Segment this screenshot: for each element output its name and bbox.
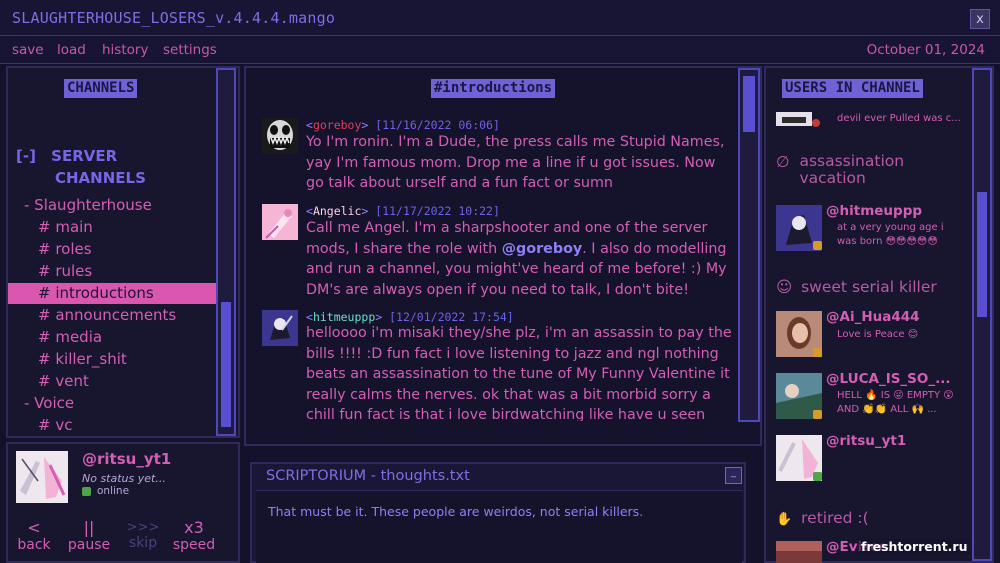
users-scrollbar[interactable] [972,68,992,561]
chat-scrollbar[interactable] [738,68,760,422]
back-label: back [17,537,51,553]
member-ritsu-name[interactable]: @ritsu_yt1 [826,433,906,449]
skip-icon: >>> [126,520,160,535]
group-retired-label: retired :( [801,509,869,527]
channel-media[interactable]: # media [38,328,102,346]
mention-goreboy[interactable]: @goreboy [502,241,582,257]
message-1-header: <goreboy> [11/16/2022 06:06] [306,118,500,132]
smile-icon: ☺ [776,278,793,296]
message-2-text: Call me Angel. I'm a sharpshooter and on… [306,218,736,300]
member-ai-hua444-status: Love is Peace 😊 [837,329,919,340]
server-slaughterhouse[interactable]: - Slaughterhouse [24,196,152,214]
back-icon: < [27,518,41,537]
pause-icon: || [83,518,95,537]
empty-set-icon: ∅ [776,153,790,171]
avatar-hitmeuppp[interactable] [262,310,298,346]
chat-scroll-thumb[interactable] [743,76,755,132]
member-luca-status: HELL 🔥 IS 😜 EMPTY 😲 AND 👏👏 ALL 🙌 ... [837,390,954,415]
avatar-goreboy[interactable] [262,118,298,154]
speed-button[interactable]: x3 speed [168,518,220,553]
message-3-user[interactable]: hitmeuppp [313,310,375,324]
current-date: October 01, 2024 [866,42,985,58]
status-idle-icon-2 [813,348,822,357]
online-indicator-icon [82,487,91,496]
message-3-timestamp: [12/01/2022 17:54] [389,310,514,324]
message-1-user[interactable]: goreboy [313,118,361,132]
scriptorium-text: That must be it. These people are weirdo… [268,504,644,519]
group-assassination-label: assassination vacation [799,152,905,187]
status-online-icon [813,472,822,481]
window-title: SLAUGHTERHOUSE_LOSERS_v.4.4.4.mango [12,9,336,27]
server-title-1: SERVER [51,147,118,165]
close-button[interactable]: x [970,9,990,29]
channel-announcements[interactable]: # announcements [38,306,176,324]
group-assassination-vacation: ∅ assassination vacation [776,153,919,187]
menu-history[interactable]: history [102,42,148,58]
menu-settings[interactable]: settings [163,42,217,58]
avatar-angelic[interactable] [262,204,298,240]
menu-save[interactable]: save [12,42,44,58]
channel-introductions[interactable]: # introductions [8,283,216,304]
group-sweet-serial-killer: ☺ sweet serial killer [776,278,937,296]
channels-scroll-thumb[interactable] [221,302,231,427]
pause-button[interactable]: || pause [64,518,114,553]
top-user-status: devil ever Pulled was c... [837,113,961,124]
profile-status: No status yet... [82,472,166,485]
avatar-top-user[interactable] [776,112,812,126]
member-hitmeuppp-status: at a very young age i was born 😳😳😳😳😳 [837,222,944,247]
channel-killer-shit[interactable]: # killer_shit [38,350,127,368]
message-3-header: <hitmeuppp> [12/01/2022 17:54] [306,310,514,324]
scriptorium-body [256,490,742,563]
profile-avatar[interactable] [16,451,68,503]
member-ai-hua444-name[interactable]: @Ai_Hua444 [826,309,920,325]
member-luca-name[interactable]: @LUCA_IS_SO_... [826,371,951,387]
scriptorium-title: SCRIPTORIUM - thoughts.txt [266,468,470,484]
pause-label: pause [67,537,111,553]
server-title-2: CHANNELS [55,169,146,187]
avatar-eviscerate[interactable] [776,541,822,563]
online-label: online [97,485,130,497]
status-dnd-icon [812,119,820,127]
skip-label: skip [128,535,158,551]
group-retired: ✋ retired :( [776,509,869,527]
status-idle-icon-3 [813,410,822,419]
channel-vc[interactable]: # vc [38,416,72,434]
channels-scrollbar[interactable] [216,68,236,436]
message-1-timestamp: [11/16/2022 06:06] [375,118,500,132]
channels-header: CHANNELS [64,79,138,98]
speed-icon: x3 [184,518,204,537]
message-2-user[interactable]: Angelic [313,204,361,218]
skip-button[interactable]: >>> skip [122,518,164,551]
back-button[interactable]: < back [14,518,54,553]
server-voice[interactable]: - Voice [24,394,74,412]
menu-load[interactable]: load [57,42,86,58]
hand-icon: ✋ [776,512,793,527]
minimize-button[interactable]: _ [725,467,742,484]
users-scroll-thumb[interactable] [977,192,987,317]
server-toggle[interactable]: [-] SERVER [16,147,117,165]
speed-label: speed [172,537,216,553]
channel-main[interactable]: # main [38,218,93,236]
message-1-text: Yo I'm ronin. I'm a Dude, the press call… [306,134,725,191]
member-hitmeuppp-name[interactable]: @hitmeuppp [826,203,922,219]
group-sweet-label: sweet serial killer [801,278,937,296]
message-2-timestamp: [11/17/2022 10:22] [375,204,500,218]
status-idle-icon [813,241,822,250]
collapse-toggle[interactable]: [-] [16,147,36,165]
channel-vent[interactable]: # vent [38,372,89,390]
channel-rules[interactable]: # rules [38,262,92,280]
profile-name: @ritsu_yt1 [82,450,172,468]
chat-channel-header: #introductions [431,79,556,98]
message-3-text: helloooo i'm misaki they/she plz, i'm an… [306,325,732,421]
users-header: USERS IN CHANNEL [782,79,923,98]
title-bar: SLAUGHTERHOUSE_LOSERS_v.4.4.4.mango x [0,0,1000,36]
menu-bar: save load history settings October 01, 2… [0,36,1000,64]
watermark: freshtorrent.ru [858,539,971,554]
channel-roles[interactable]: # roles [38,240,92,258]
message-2-header: <Angelic> [11/17/2022 10:22] [306,204,500,218]
